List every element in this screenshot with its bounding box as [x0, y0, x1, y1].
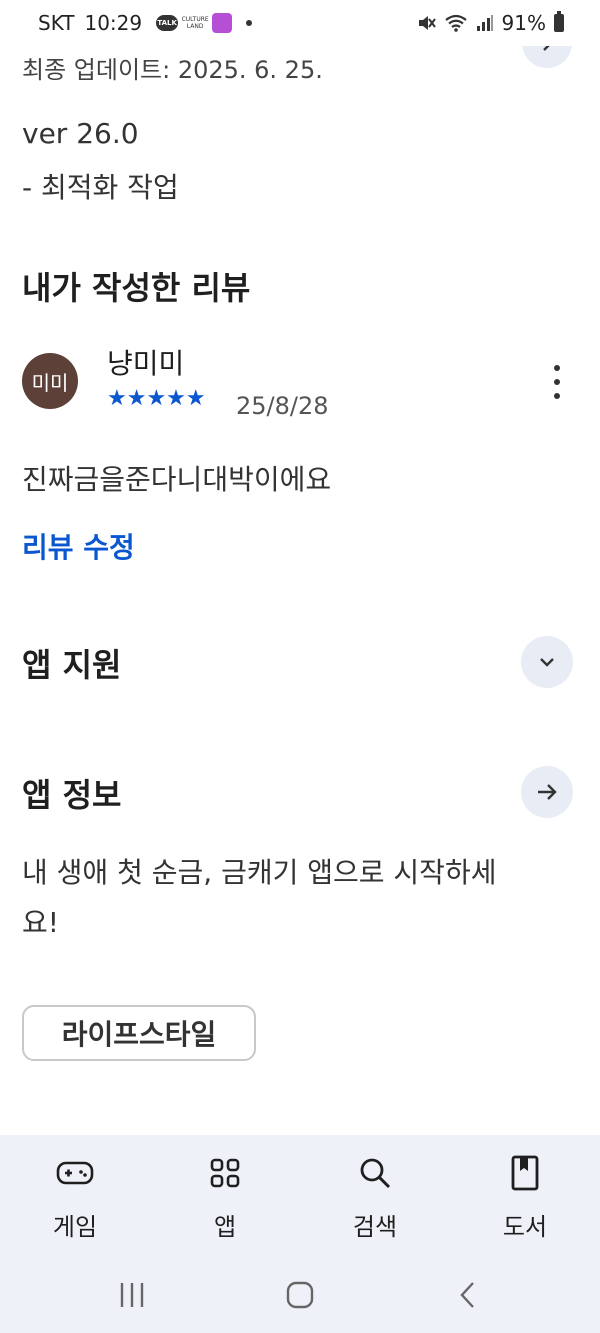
carrier-label: SKT — [38, 11, 75, 35]
home-icon — [286, 1281, 314, 1309]
system-navigation-bar — [0, 1255, 600, 1333]
review-date: 25/8/28 — [236, 392, 329, 420]
nav-label-apps: 앱 — [213, 1213, 237, 1241]
more-notifications-dot-icon — [246, 20, 253, 26]
review-text: 진짜금을준다니대박이에요 — [22, 463, 332, 496]
recent-apps-icon — [120, 1283, 144, 1307]
nav-label-search: 검색 — [352, 1213, 398, 1241]
nav-label-books: 도서 — [502, 1213, 548, 1241]
arrow-forward-icon — [538, 784, 557, 800]
avatar: 미미 — [22, 353, 78, 409]
app-info-heading[interactable]: 앱 정보 — [22, 770, 121, 816]
nav-item-search[interactable]: 검색 — [300, 1135, 450, 1255]
mute-icon — [418, 16, 436, 30]
search-icon — [360, 1158, 391, 1189]
app-support-heading[interactable]: 앱 지원 — [22, 640, 121, 686]
book-icon — [511, 1155, 539, 1191]
nav-item-apps[interactable]: 앱 — [150, 1135, 300, 1255]
kakaotalk-icon: TALK — [156, 15, 179, 31]
back-icon — [460, 1282, 474, 1308]
apps-grid-icon — [210, 1158, 240, 1188]
gamepad-icon — [56, 1161, 94, 1185]
edit-review-link[interactable]: 리뷰 수정 — [22, 526, 135, 566]
review-more-options-button[interactable] — [544, 365, 570, 399]
my-review-heading: 내가 작성한 리뷰 — [22, 269, 251, 307]
app-description: 내 생애 첫 순금, 금캐기 앱으로 시작하세요! — [22, 856, 497, 939]
version-notes: - 최적화 작업 — [22, 171, 179, 204]
cultureland-icon: CULTURE LAND — [181, 16, 209, 30]
app-support-expand-button[interactable] — [521, 636, 573, 688]
back-button[interactable] — [448, 1275, 488, 1315]
last-updated-date: 최종 업데이트: 2025. 6. 25. — [22, 56, 323, 84]
recent-apps-button[interactable] — [112, 1275, 152, 1315]
app-notification-icon — [212, 13, 233, 33]
nav-item-games[interactable]: 게임 — [0, 1135, 150, 1255]
nav-label-games: 게임 — [52, 1213, 98, 1241]
star-rating: ★★★★★ — [107, 386, 206, 411]
version-label: ver 26.0 — [22, 117, 139, 150]
bottom-navigation: 게임 앱 검색 도서 — [0, 1135, 600, 1255]
nav-item-books[interactable]: 도서 — [450, 1135, 600, 1255]
more-vert-icon — [554, 365, 560, 371]
reviewer-name: 냥미미 — [107, 347, 185, 380]
app-info-open-button[interactable] — [521, 766, 573, 818]
battery-icon — [554, 11, 564, 32]
battery-percent: 91% — [501, 11, 546, 35]
home-button[interactable] — [280, 1275, 320, 1315]
status-bar: SKT 10:29 TALK CULTURE LAND 91% — [0, 0, 600, 46]
clock: 10:29 — [84, 11, 143, 35]
wifi-icon — [444, 14, 467, 32]
chevron-down-icon — [540, 658, 554, 667]
signal-icon — [476, 15, 493, 31]
category-chip[interactable]: 라이프스타일 — [22, 1005, 256, 1061]
